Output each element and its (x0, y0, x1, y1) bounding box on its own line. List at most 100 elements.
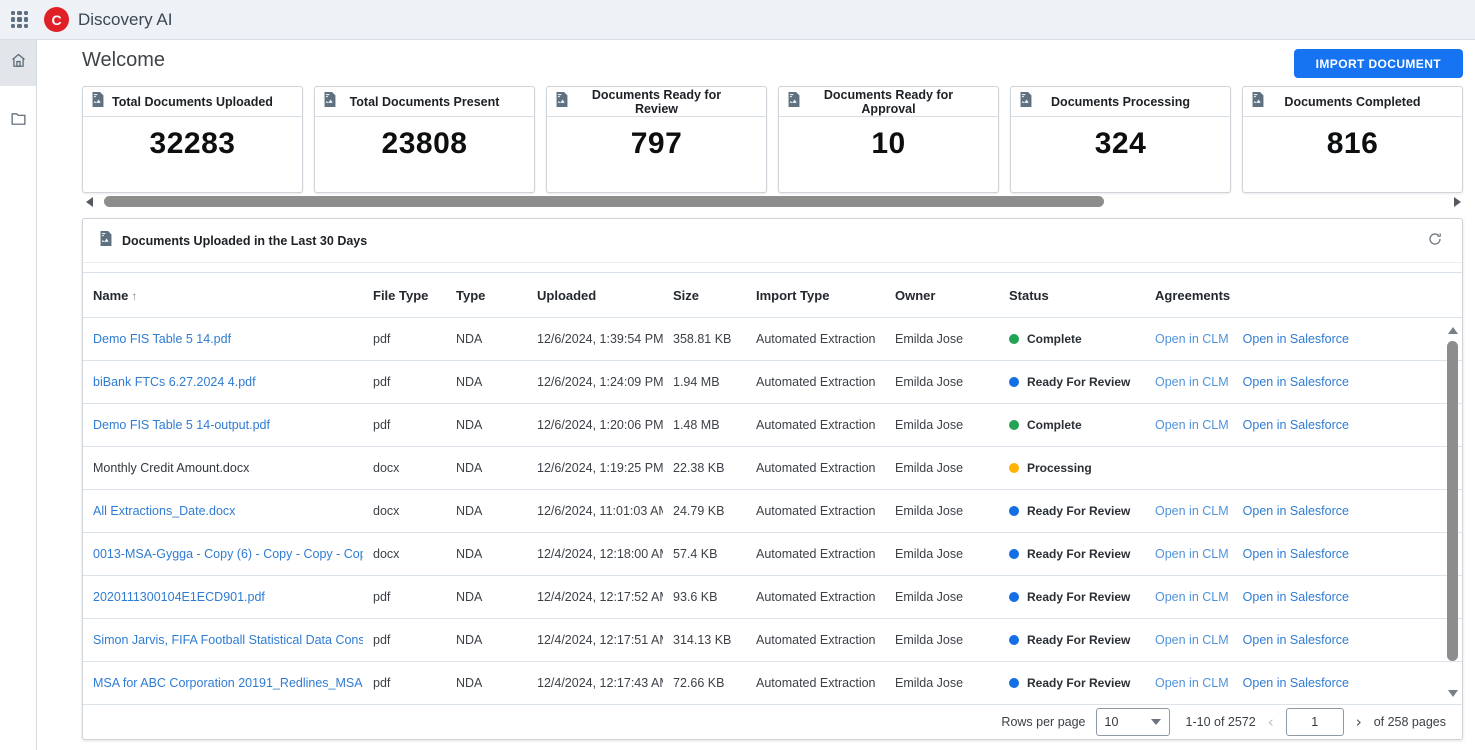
scroll-left-arrow-icon[interactable] (86, 197, 93, 207)
import-type-cell: Automated Extraction (746, 418, 885, 432)
pagination-range-text: 1-10 of 2572 (1186, 715, 1256, 729)
total-pages-text: of 258 pages (1374, 715, 1446, 729)
owner-cell: Emilda Jose (885, 504, 999, 518)
open-in-salesforce-link[interactable]: Open in Salesforce (1243, 547, 1349, 561)
previous-page-button[interactable]: ‹ (1266, 715, 1276, 730)
page-number-input[interactable] (1286, 708, 1344, 736)
document-name: Monthly Credit Amount.docx (93, 461, 249, 475)
table-row: Simon Jarvis, FIFA Football Statistical … (83, 619, 1462, 662)
import-type-cell: Automated Extraction (746, 676, 885, 690)
column-header-size[interactable]: Size (663, 288, 746, 303)
rows-per-page-label: Rows per page (1001, 715, 1085, 729)
refresh-button[interactable] (1424, 230, 1446, 252)
uploaded-cell: 12/6/2024, 11:01:03 AM (527, 504, 663, 518)
column-header-import-type[interactable]: Import Type (746, 288, 885, 303)
type-cell: NDA (446, 633, 527, 647)
document-name-link[interactable]: Simon Jarvis, FIFA Football Statistical … (93, 633, 363, 647)
open-in-clm-link[interactable]: Open in CLM (1155, 676, 1229, 690)
owner-cell: Emilda Jose (885, 547, 999, 561)
rows-per-page-select[interactable]: 10 (1096, 708, 1170, 736)
horizontal-scrollbar[interactable] (82, 195, 1463, 209)
stat-card-total-present: Total Documents Present 23808 (314, 86, 535, 193)
agreements-cell: Open in CLM Open in Salesforce (1145, 676, 1462, 690)
uploaded-cell: 12/4/2024, 12:17:43 AM (527, 676, 663, 690)
status-dot-icon (1009, 506, 1019, 516)
stat-card-processing: Documents Processing 324 (1010, 86, 1231, 193)
open-in-clm-link[interactable]: Open in CLM (1155, 504, 1229, 518)
status-label: Ready For Review (1027, 547, 1130, 561)
stat-card-value: 32283 (83, 127, 302, 161)
size-cell: 22.38 KB (663, 461, 746, 475)
status-dot-icon (1009, 549, 1019, 559)
sort-ascending-icon: ↑ (131, 289, 137, 303)
status-cell: Complete (999, 332, 1145, 346)
open-in-salesforce-link[interactable]: Open in Salesforce (1243, 375, 1349, 389)
open-in-salesforce-link[interactable]: Open in Salesforce (1243, 418, 1349, 432)
uploaded-cell: 12/6/2024, 1:20:06 PM (527, 418, 663, 432)
table-header-row: Name↑ File Type Type Uploaded Size Impor… (83, 272, 1462, 318)
import-type-cell: Automated Extraction (746, 590, 885, 604)
stat-card-label: Documents Processing (1033, 95, 1222, 109)
scroll-down-arrow-icon[interactable] (1448, 690, 1458, 697)
column-header-agreements[interactable]: Agreements (1145, 288, 1462, 303)
horizontal-scrollbar-thumb[interactable] (104, 196, 1104, 207)
document-name-link[interactable]: Demo FIS Table 5 14-output.pdf (93, 418, 270, 432)
document-name-link[interactable]: All Extractions_Date.docx (93, 504, 235, 518)
sidebar-item-home[interactable] (0, 40, 36, 86)
column-header-owner[interactable]: Owner (885, 288, 999, 303)
column-header-name[interactable]: Name↑ (83, 288, 363, 303)
scroll-up-arrow-icon[interactable] (1448, 327, 1458, 334)
stat-card-value: 797 (547, 127, 766, 161)
open-in-clm-link[interactable]: Open in CLM (1155, 590, 1229, 604)
column-header-file-type[interactable]: File Type (363, 288, 446, 303)
document-icon (99, 231, 113, 251)
column-header-type[interactable]: Type (446, 288, 527, 303)
refresh-icon (1427, 231, 1443, 250)
status-dot-icon (1009, 420, 1019, 430)
status-label: Processing (1027, 461, 1092, 475)
document-name-link[interactable]: Demo FIS Table 5 14.pdf (93, 332, 231, 346)
table-row: All Extractions_Date.docxdocxNDA12/6/202… (83, 490, 1462, 533)
owner-cell: Emilda Jose (885, 332, 999, 346)
open-in-clm-link[interactable]: Open in CLM (1155, 332, 1229, 346)
left-sidebar (0, 40, 37, 750)
stat-card-label: Documents Completed (1265, 95, 1454, 109)
document-name-link[interactable]: 0013-MSA-Gygga - Copy (6) - Copy - Copy … (93, 547, 363, 561)
scroll-right-arrow-icon[interactable] (1454, 197, 1461, 207)
size-cell: 57.4 KB (663, 547, 746, 561)
stat-card-value: 816 (1243, 127, 1462, 161)
type-cell: NDA (446, 418, 527, 432)
app-launcher-icon[interactable] (11, 11, 28, 28)
size-cell: 1.94 MB (663, 375, 746, 389)
document-name-link[interactable]: biBank FTCs 6.27.2024 4.pdf (93, 375, 256, 389)
vertical-scrollbar[interactable] (1446, 319, 1459, 701)
open-in-salesforce-link[interactable]: Open in Salesforce (1243, 332, 1349, 346)
import-document-button[interactable]: IMPORT DOCUMENT (1294, 49, 1463, 78)
open-in-clm-link[interactable]: Open in CLM (1155, 418, 1229, 432)
next-page-button[interactable]: › (1354, 715, 1364, 730)
open-in-salesforce-link[interactable]: Open in Salesforce (1243, 590, 1349, 604)
open-in-clm-link[interactable]: Open in CLM (1155, 547, 1229, 561)
document-icon (323, 92, 337, 112)
open-in-salesforce-link[interactable]: Open in Salesforce (1243, 504, 1349, 518)
table-row: Monthly Credit Amount.docxdocxNDA12/6/20… (83, 447, 1462, 490)
open-in-salesforce-link[interactable]: Open in Salesforce (1243, 676, 1349, 690)
size-cell: 93.6 KB (663, 590, 746, 604)
size-cell: 72.66 KB (663, 676, 746, 690)
column-header-status[interactable]: Status (999, 288, 1145, 303)
file-type-cell: docx (363, 504, 446, 518)
stat-card-label: Total Documents Uploaded (105, 95, 294, 109)
status-cell: Ready For Review (999, 676, 1145, 690)
status-cell: Ready For Review (999, 375, 1145, 389)
sidebar-item-documents[interactable] (0, 98, 36, 144)
document-icon (1251, 92, 1265, 112)
document-name-link[interactable]: 2020111300104E1ECD901.pdf (93, 590, 265, 604)
vertical-scrollbar-thumb[interactable] (1447, 341, 1458, 661)
conga-logo: C (44, 7, 69, 32)
agreements-cell: Open in CLM Open in Salesforce (1145, 633, 1462, 647)
open-in-clm-link[interactable]: Open in CLM (1155, 375, 1229, 389)
column-header-uploaded[interactable]: Uploaded (527, 288, 663, 303)
open-in-salesforce-link[interactable]: Open in Salesforce (1243, 633, 1349, 647)
document-name-link[interactable]: MSA for ABC Corporation 20191_Redlines_M… (93, 676, 363, 690)
open-in-clm-link[interactable]: Open in CLM (1155, 633, 1229, 647)
